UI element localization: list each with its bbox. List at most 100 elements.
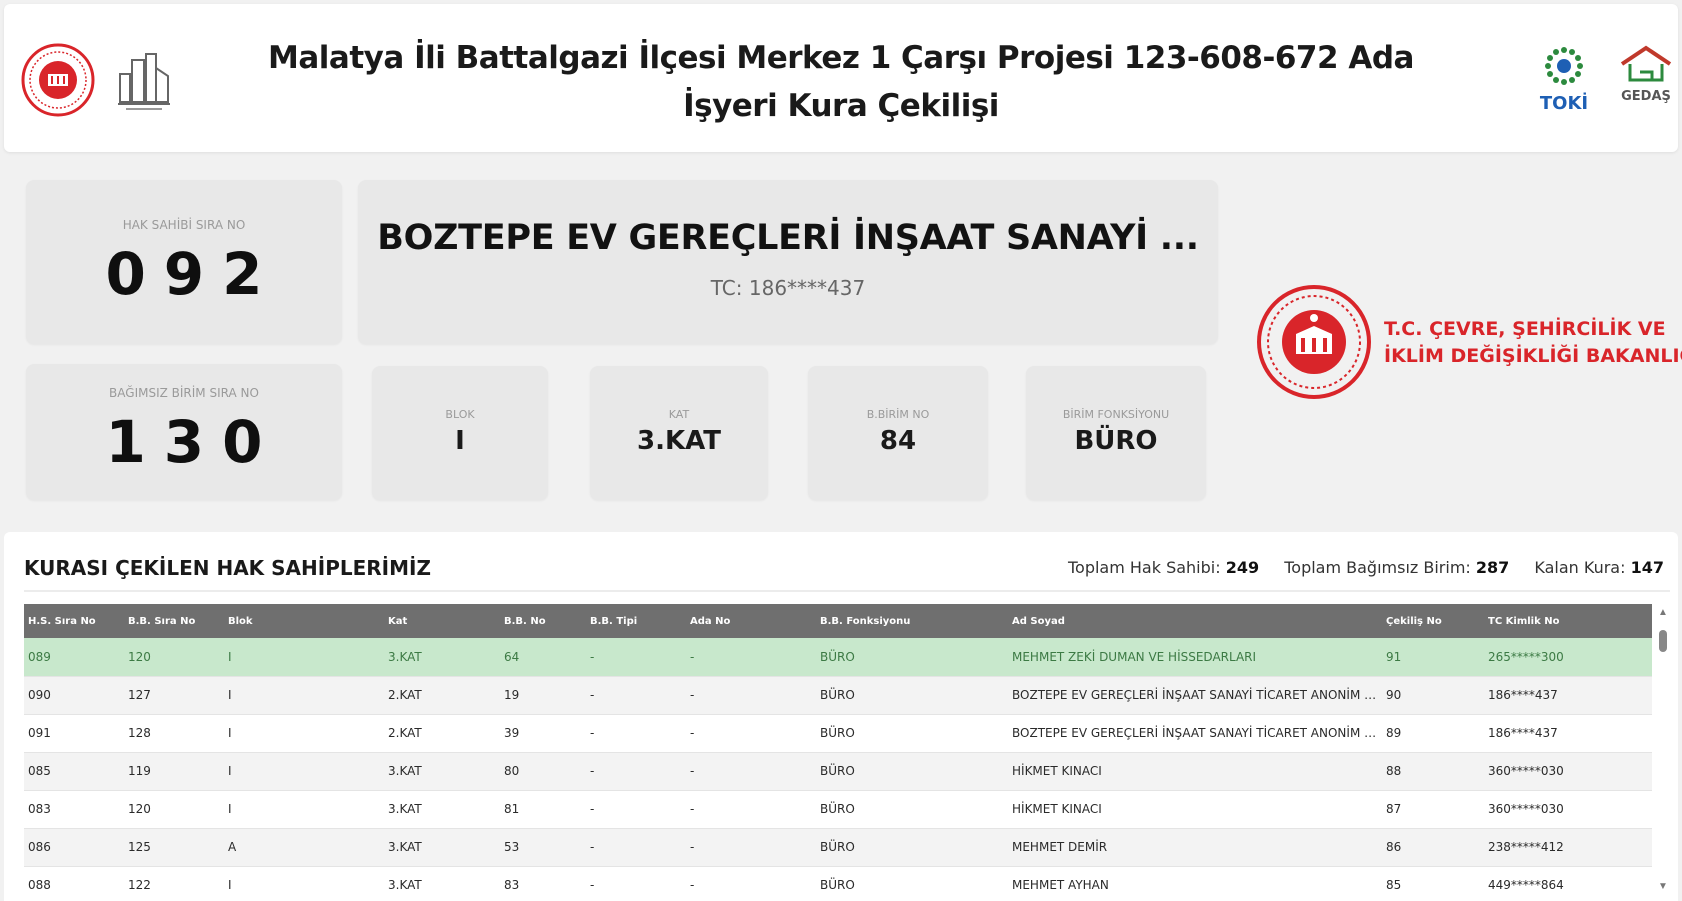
column-header[interactable]: Çekiliş No: [1382, 604, 1484, 638]
winner-name: BOZTEPE EV GEREÇLERİ İNŞAAT SANAYİ ...: [377, 218, 1199, 258]
table-cell: 2.KAT: [384, 676, 500, 715]
column-header[interactable]: B.B. Tipi: [586, 604, 686, 638]
ministry-name: T.C. ÇEVRE, ŞEHİRCİLİK VE İKLİM DEĞİŞİKL…: [1384, 316, 1682, 370]
table-cell: 81: [500, 790, 586, 829]
table-cell: I: [224, 752, 384, 791]
table-cell: -: [586, 676, 686, 715]
scroll-thumb[interactable]: [1659, 630, 1667, 652]
table-cell: 088: [24, 866, 124, 901]
table-cell: 090: [24, 676, 124, 715]
table-cell: 3.KAT: [384, 638, 500, 677]
table-cell: -: [586, 866, 686, 901]
table-row[interactable]: 091 128 I 2.KAT 39- - BÜRO BOZTEPE EV GEREÇLERİ…: [24, 714, 1652, 753]
table-cell: 186****437: [1484, 714, 1652, 753]
birim-fonksiyonu-value: BÜRO: [1074, 426, 1158, 456]
ministry-line-1: T.C. ÇEVRE, ŞEHİRCİLİK VE: [1384, 318, 1666, 340]
table-cell: MEHMET AYHAN: [1008, 866, 1382, 901]
table-cell: 86: [1382, 828, 1484, 867]
table-cell: 91: [1382, 638, 1484, 677]
birim-no-card: B.BİRİM NO 84: [808, 366, 988, 500]
stat-value: 147: [1630, 558, 1664, 577]
winner-card: BOZTEPE EV GEREÇLERİ İNŞAAT SANAYİ ... T…: [358, 180, 1218, 344]
table-cell: 125: [124, 828, 224, 867]
birim-no-label: B.BİRİM NO: [866, 408, 930, 421]
table-cell: 88: [1382, 752, 1484, 791]
column-header[interactable]: Blok: [224, 604, 384, 638]
stat-kalan-kura: Kalan Kura: 147: [1534, 558, 1664, 577]
table-cell: 64: [500, 638, 586, 677]
table-cell: -: [686, 752, 816, 791]
table-row[interactable]: 088 122 I 3.KAT 83- - BÜRO MEHMET AYHAN 85 449***…: [24, 866, 1652, 901]
table-cell: 89: [1382, 714, 1484, 753]
table-cell: 119: [124, 752, 224, 791]
table-row[interactable]: 086 125 A 3.KAT 53- - BÜRO MEHMET DEMİR 86 238***…: [24, 828, 1652, 867]
table-cell: -: [586, 828, 686, 867]
toki-label: TOKİ: [1539, 93, 1589, 114]
table-cell: I: [224, 714, 384, 753]
scroll-up-icon[interactable]: ▲: [1656, 606, 1670, 620]
table-cell: 449*****864: [1484, 866, 1652, 901]
table-row-highlighted[interactable]: 089 120 I 3.KAT 64- - BÜRO MEHMET ZEKİ DUMAN VE…: [24, 638, 1652, 677]
column-header[interactable]: TC Kimlik No: [1484, 604, 1652, 638]
results-title: KURASI ÇEKİLEN HAK SAHİPLERİMİZ: [24, 556, 431, 580]
table-cell: 085: [24, 752, 124, 791]
table-cell: 80: [500, 752, 586, 791]
table-row[interactable]: 083 120 I 3.KAT 81- - BÜRO HİKMET KINACI 87 360**…: [24, 790, 1652, 829]
table-cell: BÜRO: [816, 752, 1008, 791]
table-cell: 85: [1382, 866, 1484, 901]
kat-card: KAT 3.KAT: [590, 366, 768, 500]
column-header[interactable]: B.B. Sıra No: [124, 604, 224, 638]
table-row[interactable]: 085 119 I 3.KAT 80- - BÜRO HİKMET KINACI 88 360**…: [24, 752, 1652, 791]
table-cell: 360*****030: [1484, 752, 1652, 791]
table-cell: 120: [124, 638, 224, 677]
table-cell: 53: [500, 828, 586, 867]
table-cell: 091: [24, 714, 124, 753]
winner-tc: TC: 186****437: [710, 276, 866, 300]
column-header[interactable]: Ad Soyad: [1008, 604, 1382, 638]
column-header[interactable]: B.B. No: [500, 604, 586, 638]
table-cell: 127: [124, 676, 224, 715]
table-cell: BÜRO: [816, 714, 1008, 753]
table-cell: 87: [1382, 790, 1484, 829]
table-cell: -: [686, 790, 816, 829]
blok-label: BLOK: [445, 408, 475, 421]
kat-value: 3.KAT: [637, 426, 721, 456]
table-cell: -: [686, 676, 816, 715]
table-cell: BÜRO: [816, 676, 1008, 715]
blok-card: BLOK I: [372, 366, 548, 500]
scroll-down-icon[interactable]: ▼: [1656, 880, 1670, 894]
table-cell: 39: [500, 714, 586, 753]
table-cell: I: [224, 638, 384, 677]
table-cell: -: [686, 828, 816, 867]
bagimsiz-birim-number: 130: [105, 408, 281, 476]
column-header[interactable]: Ada No: [686, 604, 816, 638]
gedas-logo: GEDAŞ: [1618, 44, 1674, 114]
stat-value: 287: [1475, 558, 1510, 577]
table-cell: 086: [24, 828, 124, 867]
seal-icon: [21, 43, 95, 117]
table-cell: BOZTEPE EV GEREÇLERİ İNŞAAT SANAYİ TİCAR…: [1008, 714, 1382, 753]
column-header[interactable]: H.S. Sıra No: [24, 604, 124, 638]
table-cell: 2.KAT: [384, 714, 500, 753]
table-cell: HİKMET KINACI: [1008, 790, 1382, 829]
column-header[interactable]: Kat: [384, 604, 500, 638]
table-row[interactable]: 090 127 I 2.KAT 19- - BÜRO BOZTEPE EV GEREÇLERİ…: [24, 676, 1652, 715]
gedas-label: GEDAŞ: [1621, 89, 1671, 104]
ministry-logo: T.C. ÇEVRE, ŞEHİRCİLİK VE İKLİM DEĞİŞİKL…: [1256, 284, 1682, 400]
table-cell: 120: [124, 790, 224, 829]
table-scrollbar[interactable]: ▲ ▼: [1656, 604, 1670, 894]
table-cell: A: [224, 828, 384, 867]
bagimsiz-birim-card: BAĞIMSIZ BİRİM SIRA NO 130: [26, 364, 342, 500]
birim-no-value: 84: [879, 426, 917, 456]
table-cell: I: [224, 676, 384, 715]
table-cell: 3.KAT: [384, 790, 500, 829]
results-panel: KURASI ÇEKİLEN HAK SAHİPLERİMİZ Toplam H…: [4, 532, 1678, 901]
table-header-row: H.S. Sıra No B.B. Sıra No Blok Kat B.B. …: [24, 604, 1652, 638]
table-cell: 186****437: [1484, 676, 1652, 715]
table-cell: -: [586, 638, 686, 677]
building-logo-icon: [118, 53, 170, 110]
table-cell: 265*****300: [1484, 638, 1652, 677]
column-header[interactable]: B.B. Fonksiyonu: [816, 604, 1008, 638]
table-cell: -: [586, 714, 686, 753]
bagimsiz-birim-label: BAĞIMSIZ BİRİM SIRA NO: [109, 386, 259, 400]
